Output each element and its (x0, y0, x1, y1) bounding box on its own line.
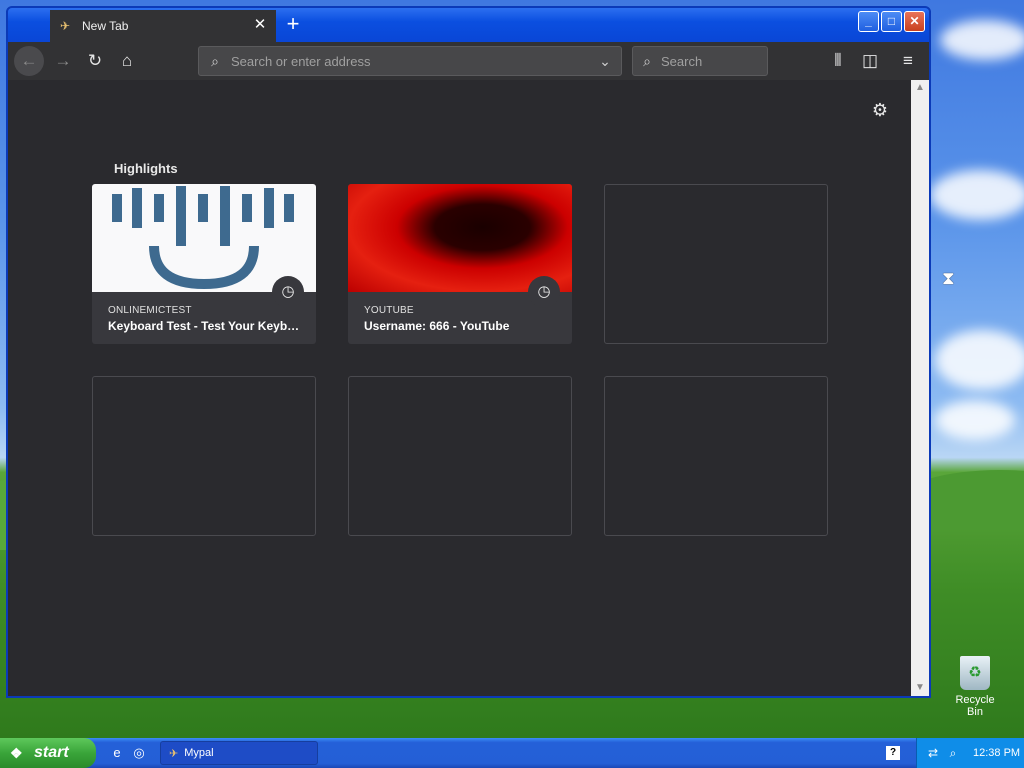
start-button[interactable]: ❖ start (0, 738, 96, 768)
network-icon[interactable]: ⇄ (925, 746, 941, 760)
browser-quicklaunch-icon[interactable]: ◎ (130, 744, 148, 762)
search-bar[interactable]: ⌕ (632, 46, 768, 76)
cloud (935, 400, 1015, 440)
mypal-icon: ✈ (169, 747, 179, 760)
clock-icon: ◷ (528, 276, 560, 308)
taskbar-item-label: Mypal (184, 747, 214, 759)
hourglass-cursor-icon: ⧗ (942, 268, 955, 288)
close-window-button[interactable]: ✕ (904, 11, 925, 32)
internet-explorer-icon[interactable]: e (108, 744, 126, 762)
arrow-left-icon: ← (20, 51, 38, 70)
system-tray: ⇄ ⌕ 12:38 PM (916, 738, 1024, 768)
search-icon: ⌕ (643, 52, 651, 69)
minimize-button[interactable]: _ (858, 11, 879, 32)
reload-button[interactable]: ↻ (80, 46, 110, 76)
menu-button[interactable]: ≡ (893, 46, 923, 76)
taskbar-item-mypal[interactable]: ✈ Mypal (160, 741, 318, 765)
card-site-name: YOUTUBE (364, 305, 414, 316)
title-bar: ✈ New Tab ✕ + _ □ ✕ (8, 8, 929, 42)
scroll-down-icon[interactable]: ▼ (911, 680, 929, 696)
card-title: Keyboard Test - Test Your Keyboard Onlin… (108, 319, 302, 333)
cloud (940, 20, 1024, 60)
mypal-favicon-icon: ✈ (60, 19, 71, 33)
search-icon: ⌕ (211, 52, 219, 69)
start-label: start (34, 744, 69, 761)
search-icon[interactable]: ⌕ (945, 746, 961, 761)
empty-highlight-slot (604, 376, 828, 536)
new-tab-page: ⚙ Highlights ◷ ONLINEMICTEST Keyboard Te… (8, 80, 911, 696)
card-title: Username: 666 - YouTube (364, 319, 510, 333)
help-icon[interactable]: ? (886, 746, 900, 760)
tab-title: New Tab (82, 19, 129, 33)
highlights-title: Highlights (114, 161, 178, 176)
arrow-right-icon: → (54, 51, 72, 70)
tab-close-icon[interactable]: ✕ (252, 17, 268, 33)
vertical-scrollbar[interactable]: ▲ ▼ (911, 80, 929, 696)
new-tab-button[interactable]: + (282, 13, 304, 36)
card-site-name: ONLINEMICTEST (108, 305, 192, 316)
library-button[interactable]: ⫴ (823, 46, 853, 76)
recycle-bin-icon: ♻ (960, 656, 990, 690)
reload-icon: ↻ (87, 51, 103, 70)
address-bar[interactable]: ⌕ ⌄ (198, 46, 622, 76)
search-input[interactable] (661, 53, 761, 69)
browser-window: ✈ New Tab ✕ + _ □ ✕ ← → ↻ ⌂ ⌕ ⌄ ⌕ (6, 6, 931, 698)
address-input[interactable] (231, 53, 595, 69)
taskbar: ❖ start e ◎ ✈ Mypal ? ⇄ ⌕ 12:38 PM (0, 738, 1024, 768)
cloud (930, 170, 1024, 220)
library-icon: ⫴ (834, 51, 842, 70)
chevron-down-icon[interactable]: ⌄ (595, 53, 615, 70)
clock[interactable]: 12:38 PM (973, 747, 1020, 759)
empty-highlight-slot (604, 184, 828, 344)
scroll-up-icon[interactable]: ▲ (911, 80, 929, 96)
empty-highlight-slot (92, 376, 316, 536)
empty-highlight-slot (348, 376, 572, 536)
highlight-card[interactable]: ◷ ONLINEMICTEST Keyboard Test - Test You… (92, 184, 316, 344)
hamburger-menu-icon: ≡ (903, 51, 913, 70)
clock-icon: ◷ (272, 276, 304, 308)
forward-button[interactable]: → (48, 46, 78, 76)
gear-icon[interactable]: ⚙ (870, 100, 890, 120)
recycle-bin[interactable]: ♻ Recycle Bin (946, 656, 1004, 718)
sidebar-button[interactable]: ◫ (855, 46, 885, 76)
cloud (935, 330, 1024, 390)
windows-flag-icon: ❖ (10, 745, 23, 761)
navigation-toolbar: ← → ↻ ⌂ ⌕ ⌄ ⌕ ⫴ ◫ ≡ (8, 42, 929, 80)
home-button[interactable]: ⌂ (112, 46, 142, 76)
recycle-bin-label: Recycle Bin (955, 694, 995, 718)
highlight-card[interactable]: ◷ YOUTUBE Username: 666 - YouTube (348, 184, 572, 344)
maximize-button[interactable]: □ (881, 11, 902, 32)
back-button[interactable]: ← (14, 46, 44, 76)
home-icon: ⌂ (121, 51, 133, 70)
tab-new-tab[interactable]: ✈ New Tab ✕ (50, 10, 276, 42)
sidebar-icon: ◫ (861, 51, 879, 70)
